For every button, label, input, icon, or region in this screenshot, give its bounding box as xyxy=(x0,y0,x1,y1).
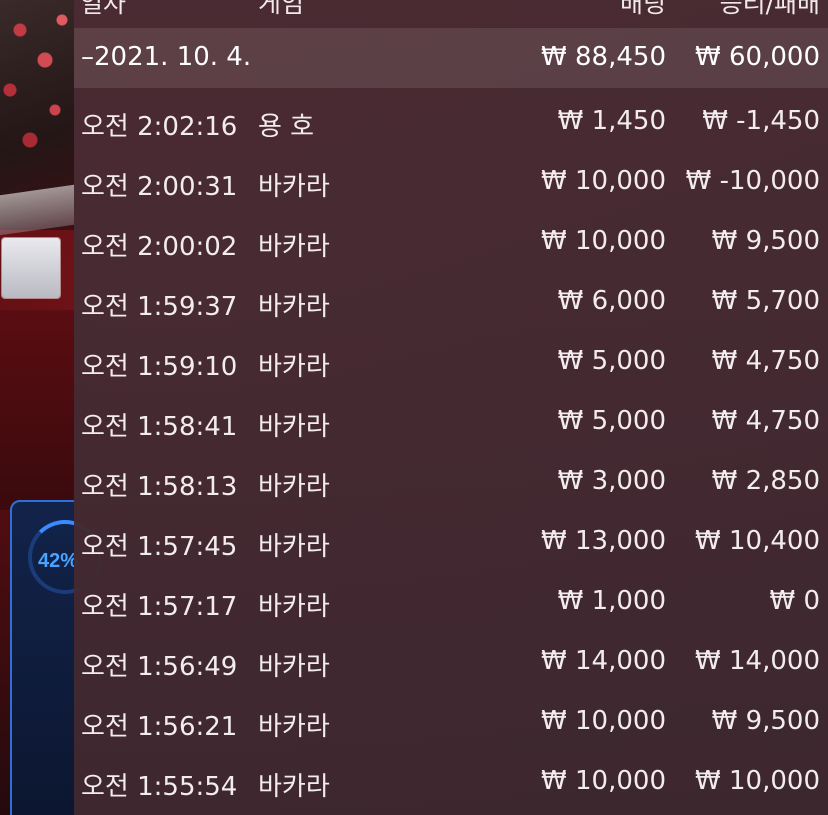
row-win-loss: ₩ 4,750 xyxy=(711,406,820,436)
row-time: 오전 1:59:37 xyxy=(81,292,238,322)
game-background xyxy=(0,0,74,815)
row-time: 오전 1:56:49 xyxy=(81,652,238,682)
table-row[interactable]: 오전 1:58:41 바카라 ₩ 5,000 ₩ 4,750 xyxy=(74,394,828,454)
row-bet: ₩ 1,000 xyxy=(557,586,666,616)
table-row[interactable]: 오전 2:00:31 바카라 ₩ 10,000 ₩ -10,000 xyxy=(74,154,828,214)
group-win-total: ₩ 60,000 xyxy=(695,42,820,72)
date-group-row[interactable]: –2021. 10. 4. ₩ 88,450 ₩ 60,000 xyxy=(74,28,828,88)
table-row[interactable]: 오전 1:58:13 바카라 ₩ 3,000 ₩ 2,850 xyxy=(74,454,828,514)
row-time: 오전 1:58:13 xyxy=(81,472,238,502)
row-bet: ₩ 1,450 xyxy=(557,106,666,136)
table-row[interactable]: 오전 1:59:37 바카라 ₩ 6,000 ₩ 5,700 xyxy=(74,274,828,334)
row-win-loss: ₩ 10,000 xyxy=(695,766,820,796)
column-header-bet[interactable]: 배팅 xyxy=(620,0,666,20)
row-time: 오전 1:55:54 xyxy=(81,772,238,802)
row-win-loss: ₩ 10,400 xyxy=(695,526,820,556)
row-bet: ₩ 10,000 xyxy=(541,706,666,736)
row-time: 오전 1:57:17 xyxy=(81,592,238,622)
row-game: 바카라 xyxy=(258,352,330,382)
row-game: 용 호 xyxy=(258,112,315,142)
row-win-loss: ₩ 4,750 xyxy=(711,346,820,376)
row-bet: ₩ 5,000 xyxy=(557,346,666,376)
table-felt xyxy=(0,310,74,510)
row-game: 바카라 xyxy=(258,532,330,562)
table-row[interactable]: 오전 1:57:45 바카라 ₩ 13,000 ₩ 10,400 xyxy=(74,514,828,574)
bet-history-panel[interactable]: 일자 게임 배팅 승리/패배 –2021. 10. 4. ₩ 88,450 ₩ … xyxy=(74,0,828,815)
card-stack xyxy=(2,238,60,298)
row-bet: ₩ 10,000 xyxy=(541,166,666,196)
gauge-label: 42% xyxy=(38,550,79,572)
row-win-loss: ₩ 0 xyxy=(769,586,820,616)
row-time: 오전 1:59:10 xyxy=(81,352,238,382)
row-game: 바카라 xyxy=(258,772,330,802)
row-bet: ₩ 10,000 xyxy=(541,226,666,256)
table-row[interactable]: 오전 2:02:16 용 호 ₩ 1,450 ₩ -1,450 xyxy=(74,94,828,154)
row-win-loss: ₩ 14,000 xyxy=(695,646,820,676)
row-bet: ₩ 6,000 xyxy=(557,286,666,316)
table-row[interactable]: 오전 1:59:10 바카라 ₩ 5,000 ₩ 4,750 xyxy=(74,334,828,394)
row-game: 바카라 xyxy=(258,652,330,682)
table-header: 일자 게임 배팅 승리/패배 xyxy=(74,0,828,18)
column-header-date[interactable]: 일자 xyxy=(80,0,126,20)
row-game: 바카라 xyxy=(258,412,330,442)
row-bet: ₩ 5,000 xyxy=(557,406,666,436)
row-win-loss: ₩ 5,700 xyxy=(711,286,820,316)
screen: 42% 일자 게임 배팅 승리/패배 –2021. 10. 4. ₩ 88,45… xyxy=(0,0,828,815)
row-time: 오전 2:02:16 xyxy=(81,112,238,142)
row-game: 바카라 xyxy=(258,232,330,262)
column-header-win-loss[interactable]: 승리/패배 xyxy=(720,0,820,20)
row-time: 오전 2:00:31 xyxy=(81,172,238,202)
row-bet: ₩ 3,000 xyxy=(557,466,666,496)
row-game: 바카라 xyxy=(258,592,330,622)
table-row[interactable]: 오전 2:00:02 바카라 ₩ 10,000 ₩ 9,500 xyxy=(74,214,828,274)
row-time: 오전 2:00:02 xyxy=(81,232,238,262)
row-game: 바카라 xyxy=(258,712,330,742)
row-win-loss: ₩ 2,850 xyxy=(711,466,820,496)
row-bet: ₩ 10,000 xyxy=(541,766,666,796)
row-win-loss: ₩ -1,450 xyxy=(702,106,820,136)
row-win-loss: ₩ 9,500 xyxy=(711,706,820,736)
history-list: 오전 2:02:16 용 호 ₩ 1,450 ₩ -1,450 오전 2:00:… xyxy=(74,94,828,814)
table-row[interactable]: 오전 1:55:54 바카라 ₩ 10,000 ₩ 10,000 xyxy=(74,754,828,814)
row-win-loss: ₩ -10,000 xyxy=(685,166,820,196)
row-game: 바카라 xyxy=(258,472,330,502)
row-game: 바카라 xyxy=(258,292,330,322)
table-row[interactable]: 오전 1:56:49 바카라 ₩ 14,000 ₩ 14,000 xyxy=(74,634,828,694)
column-header-game[interactable]: 게임 xyxy=(258,0,304,20)
row-bet: ₩ 13,000 xyxy=(541,526,666,556)
row-bet: ₩ 14,000 xyxy=(541,646,666,676)
table-row[interactable]: 오전 1:56:21 바카라 ₩ 10,000 ₩ 9,500 xyxy=(74,694,828,754)
row-time: 오전 1:57:45 xyxy=(81,532,238,562)
group-bet-total: ₩ 88,450 xyxy=(541,42,666,72)
table-row[interactable]: 오전 1:57:17 바카라 ₩ 1,000 ₩ 0 xyxy=(74,574,828,634)
row-win-loss: ₩ 9,500 xyxy=(711,226,820,256)
row-time: 오전 1:58:41 xyxy=(81,412,238,442)
row-time: 오전 1:56:21 xyxy=(81,712,238,742)
row-game: 바카라 xyxy=(258,172,330,202)
group-date: –2021. 10. 4. xyxy=(81,42,252,72)
